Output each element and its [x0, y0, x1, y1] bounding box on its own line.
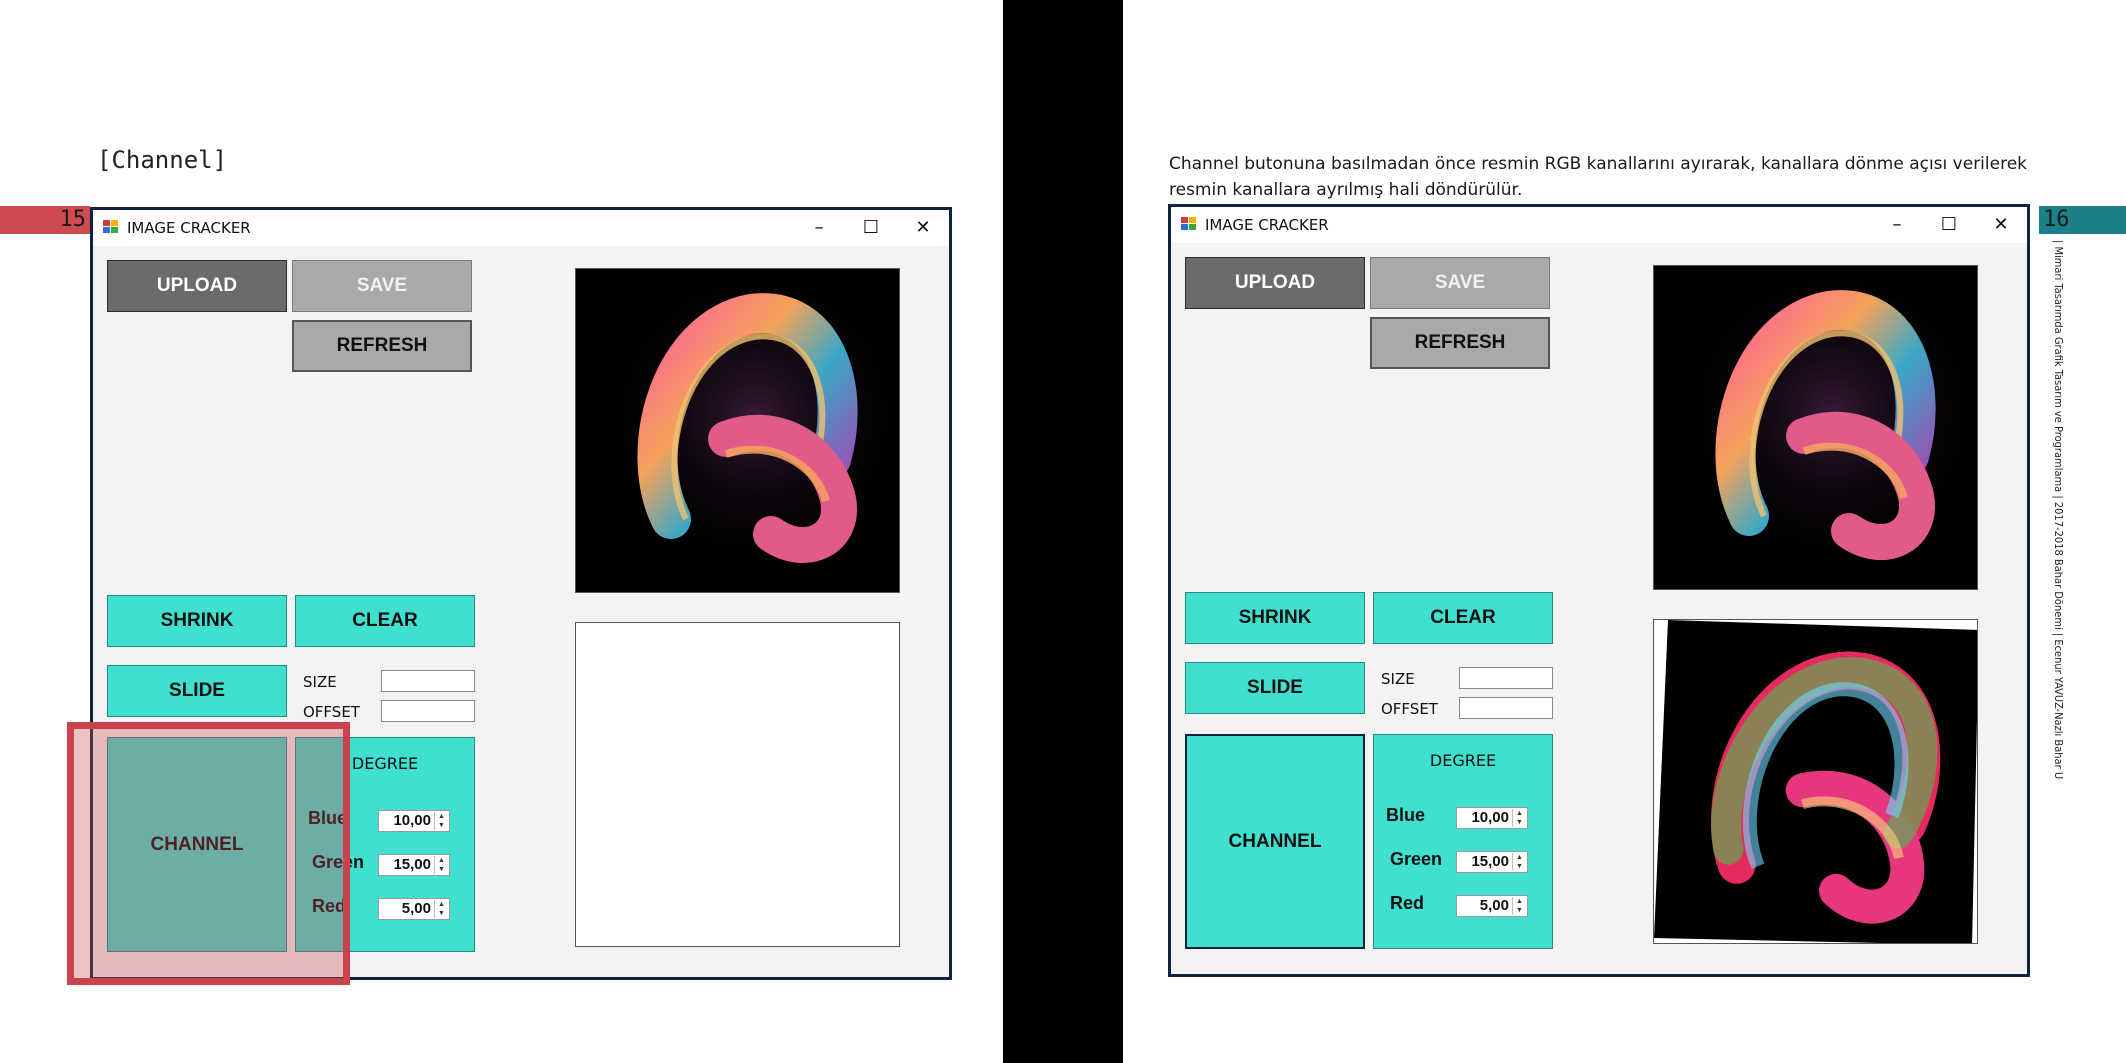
shrink-button[interactable]: SHRINK	[107, 595, 287, 647]
page-number: 16	[2039, 206, 2126, 234]
stepper-arrows-icon[interactable]: ▲ ▼	[434, 812, 448, 830]
original-image	[1653, 265, 1978, 590]
offset-label: OFFSET	[1381, 700, 1438, 718]
right-page: Channel butonuna basılmadan önce resmin …	[1123, 0, 2126, 1063]
red-label: Red	[1390, 893, 1425, 913]
window-title: IMAGE CRACKER	[127, 219, 251, 237]
original-image	[575, 268, 900, 593]
left-page: [Channel] 15 IMAGE CRACKER – ☐ ✕ UPLOAD …	[0, 0, 1003, 1063]
green-degree-stepper[interactable]: 15,00 ▲ ▼	[378, 854, 450, 876]
window-title: IMAGE CRACKER	[1205, 216, 1329, 234]
app-icon	[1181, 217, 1197, 231]
blue-degree-value: 10,00	[393, 812, 431, 829]
clear-button[interactable]: CLEAR	[1373, 592, 1553, 644]
blue-degree-stepper[interactable]: 10,00 ▲ ▼	[1456, 807, 1528, 829]
vertical-footer-note: | Mimari Tasarımda Grafik Tasarım ve Pro…	[2052, 240, 2065, 780]
swirl-artwork-image	[1654, 266, 1977, 589]
green-degree-stepper[interactable]: 15,00 ▲ ▼	[1456, 851, 1528, 873]
size-label: SIZE	[1381, 670, 1415, 688]
stepper-arrows-icon[interactable]: ▲ ▼	[1512, 897, 1526, 915]
green-label: Green	[1390, 849, 1443, 869]
red-degree-value: 5,00	[1479, 897, 1509, 914]
channel-rotated-image	[1653, 619, 1978, 944]
title-bar: IMAGE CRACKER – ☐ ✕	[1171, 207, 2027, 243]
maximize-button[interactable]: ☐	[845, 210, 897, 246]
app-icon	[103, 220, 119, 234]
rotated-channels-image	[1654, 620, 1977, 943]
degree-panel: DEGREE Blue 10,00 ▲ ▼ Green 15,00 ▲ ▼ Red 5,…	[1373, 734, 1553, 949]
stepper-arrows-icon[interactable]: ▲ ▼	[1512, 853, 1526, 871]
book-spine	[1003, 0, 1123, 1063]
clear-button[interactable]: CLEAR	[295, 595, 475, 647]
save-button[interactable]: SAVE	[1370, 257, 1550, 309]
refresh-button[interactable]: REFRESH	[292, 320, 472, 372]
page-number: 15	[0, 206, 90, 234]
offset-field[interactable]	[381, 700, 475, 722]
size-field[interactable]	[381, 670, 475, 692]
stepper-arrows-icon[interactable]: ▲ ▼	[434, 900, 448, 918]
blue-degree-stepper[interactable]: 10,00 ▲ ▼	[378, 810, 450, 832]
offset-field[interactable]	[1459, 697, 1553, 719]
blue-degree-value: 10,00	[1471, 809, 1509, 826]
offset-label: OFFSET	[303, 703, 360, 721]
minimize-button[interactable]: –	[793, 210, 845, 246]
stepper-arrows-icon[interactable]: ▲ ▼	[434, 856, 448, 874]
close-button[interactable]: ✕	[1975, 207, 2027, 243]
page-description: Channel butonuna basılmadan önce resmin …	[1169, 154, 2028, 200]
green-degree-value: 15,00	[1471, 853, 1509, 870]
slide-button[interactable]: SLIDE	[1185, 662, 1365, 714]
channel-button[interactable]: CHANNEL	[1185, 734, 1365, 949]
section-label: [Channel]	[97, 146, 228, 174]
degree-title: DEGREE	[1429, 751, 1497, 770]
green-degree-value: 15,00	[393, 856, 431, 873]
upload-button[interactable]: UPLOAD	[107, 260, 287, 312]
result-image-empty	[575, 622, 900, 947]
title-bar: IMAGE CRACKER – ☐ ✕	[93, 210, 949, 246]
maximize-button[interactable]: ☐	[1923, 207, 1975, 243]
size-field[interactable]	[1459, 667, 1553, 689]
red-degree-stepper[interactable]: 5,00 ▲ ▼	[1456, 895, 1528, 917]
minimize-button[interactable]: –	[1871, 207, 1923, 243]
stepper-arrows-icon[interactable]: ▲ ▼	[1512, 809, 1526, 827]
close-button[interactable]: ✕	[897, 210, 949, 246]
channel-highlight-box	[67, 722, 350, 985]
slide-button[interactable]: SLIDE	[107, 665, 287, 717]
upload-button[interactable]: UPLOAD	[1185, 257, 1365, 309]
app-window: IMAGE CRACKER – ☐ ✕ UPLOAD SAVE REFRESH …	[1168, 204, 2030, 977]
swirl-artwork-image	[576, 269, 899, 592]
red-degree-value: 5,00	[401, 900, 431, 917]
red-degree-stepper[interactable]: 5,00 ▲ ▼	[378, 898, 450, 920]
size-label: SIZE	[303, 673, 337, 691]
blue-label: Blue	[1386, 805, 1426, 825]
shrink-button[interactable]: SHRINK	[1185, 592, 1365, 644]
refresh-button[interactable]: REFRESH	[1370, 317, 1550, 369]
save-button[interactable]: SAVE	[292, 260, 472, 312]
